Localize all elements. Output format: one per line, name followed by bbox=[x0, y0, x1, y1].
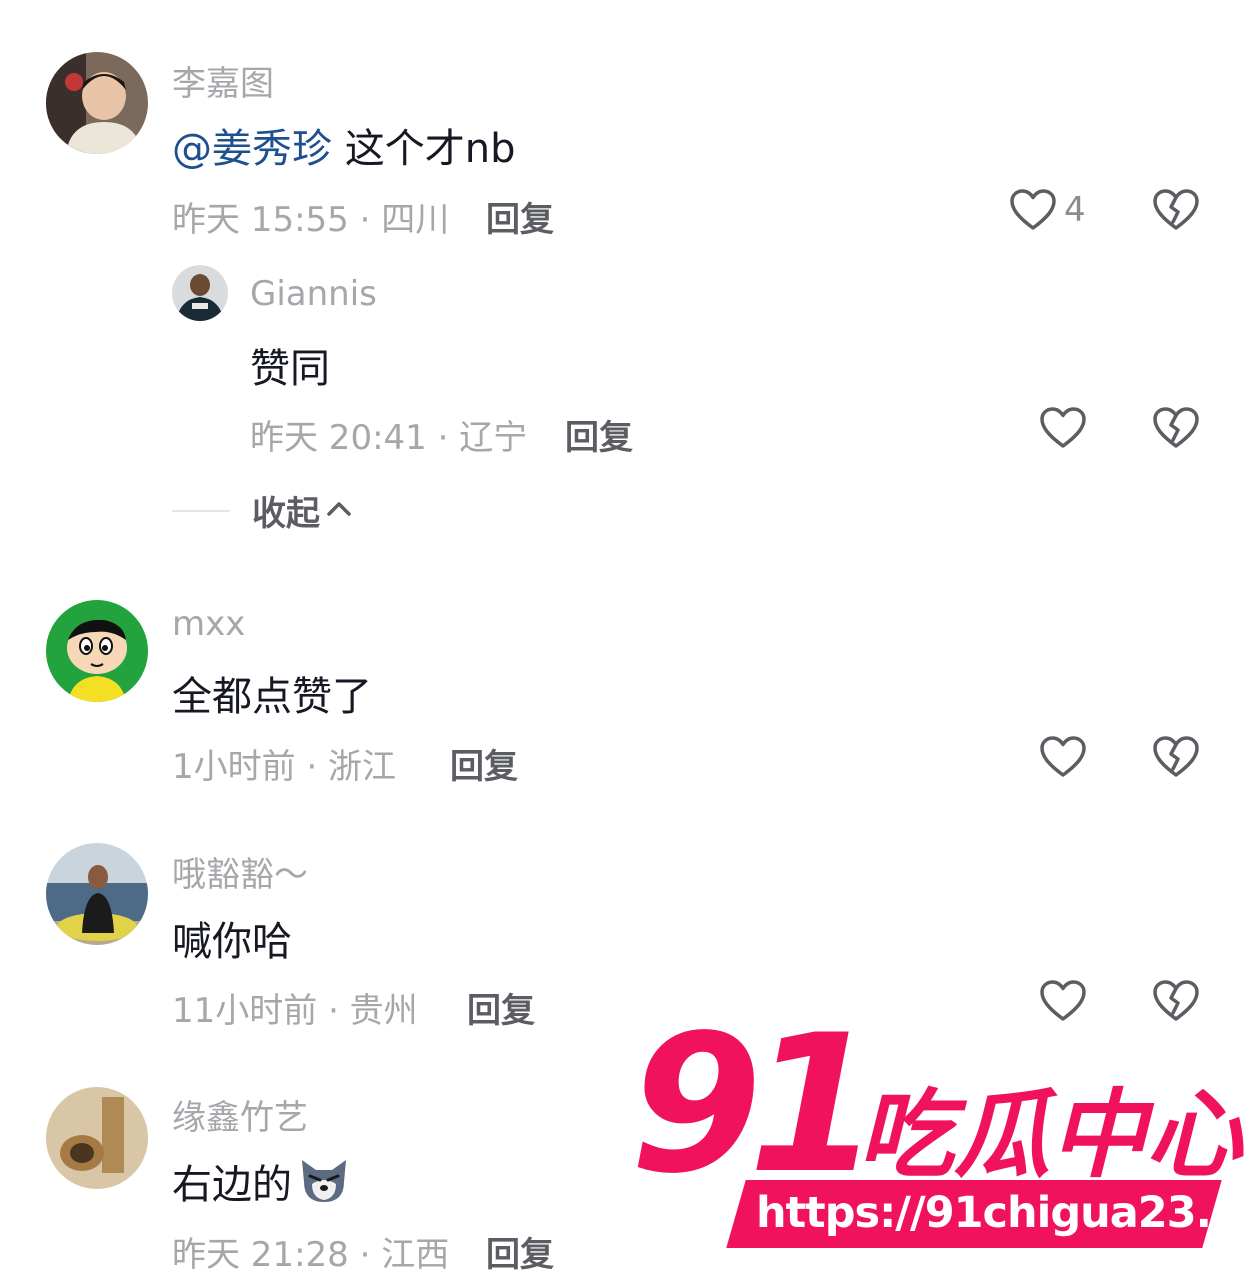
comment-body: 右边的 bbox=[172, 1162, 292, 1208]
dislike-button[interactable] bbox=[1153, 980, 1199, 1022]
dislike-button[interactable] bbox=[1153, 736, 1199, 778]
comment-text: @姜秀珍 这个才nb bbox=[172, 116, 515, 174]
reply-button[interactable]: 回复 bbox=[486, 1227, 554, 1276]
heart-outline-icon bbox=[1040, 736, 1086, 778]
username[interactable]: 缘鑫竹艺 bbox=[172, 1090, 308, 1139]
reply-button[interactable]: 回复 bbox=[467, 983, 535, 1032]
comment-meta: 1小时前 · 浙江 bbox=[172, 747, 397, 787]
user-avatar[interactable] bbox=[46, 600, 148, 702]
collapse-label: 收起 bbox=[252, 494, 320, 534]
comment-text: 全都点赞了 bbox=[172, 674, 372, 720]
broken-heart-icon bbox=[1153, 736, 1199, 778]
comment-meta: 昨天 21:28 · 江西 bbox=[172, 1235, 450, 1275]
reply-button[interactable]: 回复 bbox=[565, 410, 633, 459]
comment-body: 这个才nb bbox=[332, 126, 516, 172]
like-count: 4 bbox=[1064, 190, 1086, 230]
username[interactable]: mxx bbox=[172, 604, 245, 644]
like-button[interactable]: 4 bbox=[1010, 189, 1086, 231]
comment-meta: 昨天 15:55 · 四川 bbox=[172, 200, 450, 240]
comment-text: 赞同 bbox=[250, 346, 330, 392]
user-avatar[interactable] bbox=[46, 843, 148, 945]
broken-heart-icon bbox=[1153, 980, 1199, 1022]
heart-outline-icon bbox=[1010, 189, 1056, 231]
reply-button[interactable]: 回复 bbox=[486, 192, 554, 241]
wolf-face-emoji bbox=[296, 1154, 352, 1216]
heart-outline-icon bbox=[1040, 980, 1086, 1022]
username[interactable]: 李嘉图 bbox=[172, 56, 274, 105]
comment-text: 喊你哈 bbox=[172, 919, 292, 965]
watermark-title: 吃瓜中心 bbox=[858, 1079, 1242, 1191]
reply-button[interactable]: 回复 bbox=[450, 739, 518, 788]
comment-text: 右边的 bbox=[172, 1152, 352, 1216]
watermark-url: https://91chigua23.com bbox=[756, 1188, 1247, 1238]
comment-meta: 11小时前 · 贵州 bbox=[172, 991, 418, 1031]
chevron-up-icon bbox=[326, 500, 352, 522]
comment-meta: 昨天 20:41 · 辽宁 bbox=[250, 418, 528, 458]
broken-heart-icon bbox=[1153, 407, 1199, 449]
dislike-button[interactable] bbox=[1153, 407, 1199, 449]
user-avatar[interactable] bbox=[46, 1087, 148, 1189]
username[interactable]: 哦豁豁～ bbox=[172, 847, 308, 896]
like-button[interactable] bbox=[1040, 407, 1086, 449]
heart-outline-icon bbox=[1040, 407, 1086, 449]
user-avatar[interactable] bbox=[172, 265, 228, 321]
dislike-button[interactable] bbox=[1153, 189, 1199, 231]
like-button[interactable] bbox=[1040, 980, 1086, 1022]
user-avatar[interactable] bbox=[46, 52, 148, 154]
watermark-number: 91 bbox=[630, 994, 880, 1215]
like-button[interactable] bbox=[1040, 736, 1086, 778]
broken-heart-icon bbox=[1153, 189, 1199, 231]
mention-link[interactable]: @姜秀珍 bbox=[172, 126, 332, 172]
username[interactable]: Giannis bbox=[250, 274, 377, 314]
divider bbox=[172, 509, 230, 512]
collapse-replies-button[interactable]: 收起 bbox=[172, 486, 352, 535]
